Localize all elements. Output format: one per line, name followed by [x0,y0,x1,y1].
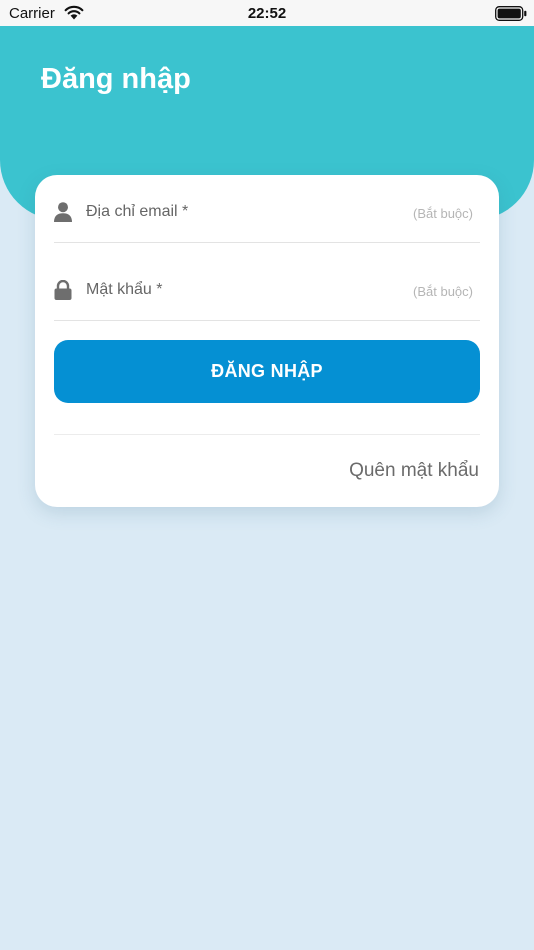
email-required-hint: (Bắt buộc) [413,206,473,221]
status-bar: Carrier 22:52 [0,0,534,26]
forgot-password-link[interactable]: Quên mật khẩu [349,460,479,482]
status-time: 22:52 [247,5,287,22]
login-button[interactable]: ĐĂNG NHẬP [54,340,480,403]
password-required-hint: (Bắt buộc) [413,284,473,299]
password-input[interactable] [86,278,406,302]
card-divider [54,434,480,435]
user-icon [54,202,72,222]
email-input[interactable] [86,200,406,224]
page-title: Đăng nhập [41,63,191,95]
email-field-row: (Bắt buộc) [54,176,480,243]
battery-icon [495,6,527,21]
password-field-row: (Bắt buộc) [54,254,480,321]
lock-icon [54,280,72,300]
login-card: (Bắt buộc) (Bắt buộc) ĐĂNG NHẬP Quên mật… [35,175,499,507]
